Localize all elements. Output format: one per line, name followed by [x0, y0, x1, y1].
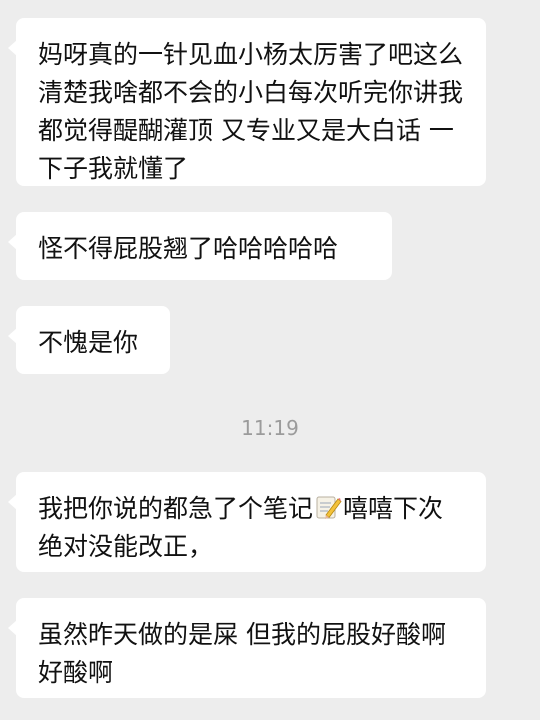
message-bubble[interactable]: 怪不得屁股翘了哈哈哈哈哈: [8, 212, 392, 280]
message-text: 妈呀真的一针见血小杨太厉害了吧这么清楚我啥都不会的小白每次听完你讲我都觉得醍醐灌…: [38, 40, 464, 183]
message-2: 怪不得屁股翘了哈哈哈哈哈: [8, 212, 392, 280]
bubble-tail: [8, 328, 17, 344]
message-bubble[interactable]: 我把你说的都急了个笔记 嘻嘻下次绝对没能改正，: [8, 472, 486, 572]
message-4: 我把你说的都急了个笔记 嘻嘻下次绝对没能改正，: [8, 472, 486, 572]
memo-icon: [314, 493, 342, 521]
message-bubble[interactable]: 虽然昨天做的是屎 但我的屁股好酸啊好酸啊: [8, 598, 486, 698]
chat-area: 妈呀真的一针见血小杨太厉害了吧这么清楚我啥都不会的小白每次听完你讲我都觉得醍醐灌…: [0, 0, 540, 720]
message-1: 妈呀真的一针见血小杨太厉害了吧这么清楚我啥都不会的小白每次听完你讲我都觉得醍醐灌…: [8, 18, 486, 186]
message-3: 不愧是你: [8, 306, 170, 374]
message-bubble[interactable]: 不愧是你: [8, 306, 170, 374]
timestamp: 11:19: [241, 416, 299, 440]
message-text: 虽然昨天做的是屎 但我的屁股好酸啊好酸啊: [38, 620, 446, 687]
message-5: 虽然昨天做的是屎 但我的屁股好酸啊好酸啊: [8, 598, 486, 698]
message-text: 不愧是你: [38, 328, 139, 357]
message-text-before-emoji: 我把你说的都急了个笔记: [38, 494, 314, 523]
message-bubble[interactable]: 妈呀真的一针见血小杨太厉害了吧这么清楚我啥都不会的小白每次听完你讲我都觉得醍醐灌…: [8, 18, 486, 186]
bubble-tail: [8, 40, 17, 56]
bubble-tail: [8, 494, 17, 510]
bubble-tail: [8, 234, 17, 250]
bubble-tail: [8, 620, 17, 636]
message-text: 怪不得屁股翘了哈哈哈哈哈: [38, 234, 339, 263]
